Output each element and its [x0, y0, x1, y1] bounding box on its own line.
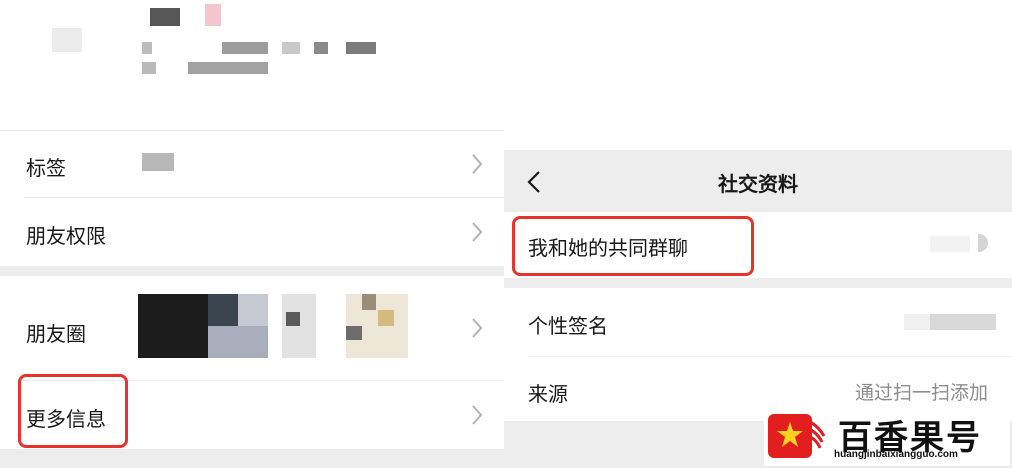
- signature-label: 个性签名: [528, 314, 608, 338]
- blurred-pixel: [282, 42, 300, 54]
- blurred-pixel: [346, 42, 376, 54]
- friend-permissions-row[interactable]: 朋友权限: [0, 198, 504, 266]
- blurred-moment-photo: [378, 310, 394, 326]
- blurred-pixel: [150, 8, 180, 26]
- blurred-moment-photo: [238, 294, 268, 326]
- blurred-pixel: [142, 62, 156, 74]
- brand-url: huangjinbaixiangguo.com: [834, 449, 958, 460]
- section-gap: [504, 278, 1012, 288]
- blurred-pixel: [142, 42, 152, 54]
- section-gap: [0, 266, 504, 276]
- more-info-highlight-box: [18, 374, 128, 448]
- blurred-moment-photo: [208, 294, 238, 326]
- blurred-value: [978, 234, 988, 252]
- blurred-moment-photo: [362, 294, 376, 310]
- blurred-moment-photo: [346, 326, 362, 340]
- blurred-pixel: [205, 4, 221, 26]
- source-value: 通过扫一扫添加: [854, 382, 988, 404]
- profile-header-blurred: [0, 0, 504, 130]
- tags-row[interactable]: 标签: [0, 131, 504, 197]
- tags-label: 标签: [26, 156, 66, 180]
- friend-permissions-label: 朋友权限: [26, 224, 106, 248]
- blurred-tag-value: [142, 153, 174, 171]
- brand-logo-icon: [768, 414, 826, 458]
- source-label: 来源: [528, 382, 568, 406]
- contact-detail-panel: 标签 朋友权限 朋友圈 更多信息: [0, 0, 504, 468]
- blurred-moment-photo: [138, 294, 208, 358]
- chevron-right-icon: [472, 154, 483, 174]
- moments-row[interactable]: 朋友圈: [0, 276, 504, 380]
- nav-header: 社交资料: [504, 150, 1012, 212]
- blurred-pixel: [188, 62, 268, 74]
- moments-label: 朋友圈: [26, 322, 86, 346]
- blurred-signature: [904, 314, 930, 330]
- signature-row: 个性签名: [504, 288, 1012, 356]
- chevron-right-icon: [472, 222, 483, 242]
- chevron-right-icon: [472, 318, 483, 338]
- common-groups-highlight-box: [512, 216, 754, 276]
- blurred-pixel: [222, 42, 268, 54]
- blurred-value: [930, 236, 970, 252]
- blurred-signature: [930, 314, 996, 330]
- blurred-moment-photo: [282, 294, 316, 358]
- blurred-pixel: [52, 28, 82, 52]
- blurred-pixel: [314, 42, 328, 54]
- chevron-right-icon: [472, 405, 483, 425]
- blurred-moment-photo: [286, 312, 300, 326]
- section-gap: [0, 449, 504, 468]
- page-title: 社交资料: [718, 172, 798, 196]
- brand-watermark: 百香果号 huangjinbaixiangguo.com: [764, 408, 1010, 466]
- blurred-moment-photo: [208, 326, 268, 358]
